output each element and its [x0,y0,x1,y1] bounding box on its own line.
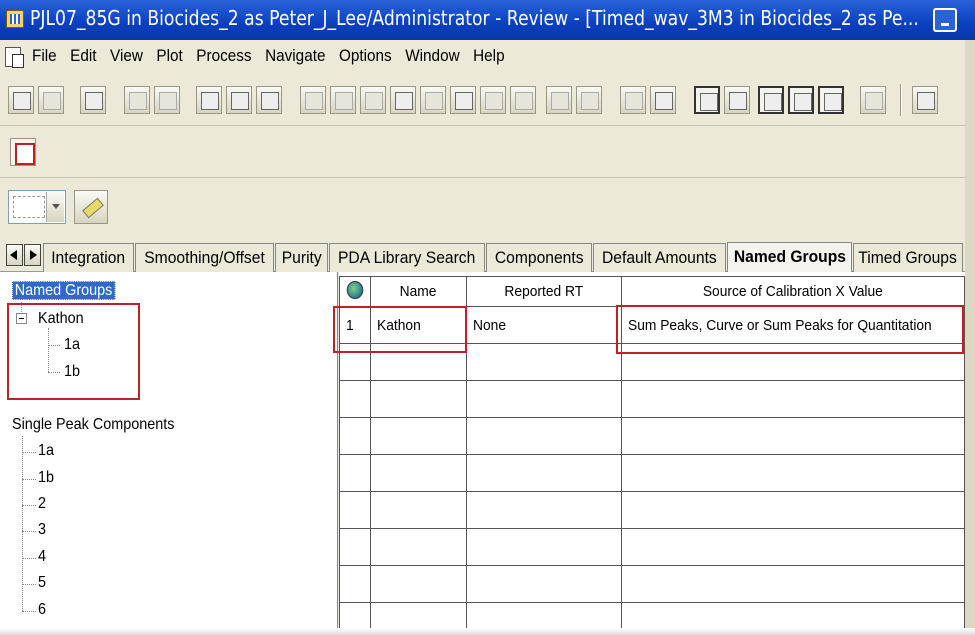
stack-icon[interactable] [154,86,180,114]
tab-scroll-left-icon[interactable] [6,244,23,266]
component-tree: Named Groups Kathon 1a 1b Single Peak Co… [0,272,338,635]
spectrum-icon[interactable] [226,86,252,114]
paste-icon[interactable] [38,86,64,114]
named-groups-grid: Name Reported RT Source of Calibration X… [333,272,966,635]
globe-icon [346,280,364,299]
window-edge [965,40,975,635]
bottom-shade [0,628,975,635]
peak-icon[interactable] [300,86,326,114]
tab-default-amounts[interactable]: Default Amounts [593,243,726,272]
calibrate-icon[interactable] [620,86,646,114]
tab-smoothing-offset[interactable]: Smoothing/Offset [135,243,274,272]
tree-peak-4[interactable]: 4 [38,548,46,566]
tab-components[interactable]: Components [486,243,592,272]
report-icon[interactable] [724,86,750,114]
manual-integration-icon[interactable] [80,86,106,114]
window-title: PJL07_85G in Biocides_2 as Peter_J_Lee/A… [30,6,919,30]
table-row-empty[interactable] [339,454,966,492]
undo-icon[interactable] [546,86,572,114]
cell-reported-rt[interactable]: None [465,306,622,344]
main-toolbar [0,76,975,126]
selection-dropdown[interactable] [8,190,66,224]
menu-view[interactable]: View [110,46,143,66]
tab-purity[interactable]: Purity [275,243,328,272]
app-icon [6,10,24,28]
chromatogram-icon[interactable] [196,86,222,114]
drop-icon[interactable] [420,86,446,114]
tree-peak-1a[interactable]: 1a [38,442,54,460]
menu-plot[interactable]: Plot [156,46,182,66]
secondary-toolbar [0,126,975,178]
annotation-box-name [333,306,467,353]
selection-box-icon [13,196,45,218]
tab-timed-groups[interactable]: Timed Groups [853,243,963,272]
preview-icon[interactable] [912,86,938,114]
method-tabs: Integration Smoothing/Offset Purity PDA … [0,240,975,272]
title-bar: PJL07_85G in Biocides_2 as Peter_J_Lee/A… [0,0,975,40]
tree-peak-3[interactable]: 3 [38,521,46,539]
tree-peak-6[interactable]: 6 [38,601,46,619]
peak-two-icon[interactable] [330,86,356,114]
list-icon[interactable] [758,86,784,114]
tree-peak-2[interactable]: 2 [38,495,46,513]
minimize-button[interactable] [933,8,957,32]
table-row-empty[interactable] [339,528,966,566]
annotation-box-tree [7,303,140,400]
menu-edit[interactable]: Edit [70,46,96,66]
drop-arrow-icon[interactable] [450,86,476,114]
quantitate-icon[interactable] [650,86,676,114]
copy-icon[interactable] [8,86,34,114]
tree-peak-5[interactable]: 5 [38,574,46,592]
tab-named-groups[interactable]: Named Groups [727,242,852,272]
table-row-empty[interactable] [339,491,966,529]
table-row-empty[interactable] [339,417,966,455]
column-header-source[interactable]: Source of Calibration X Value [620,276,966,307]
tree-single-peak-components[interactable]: Single Peak Components [12,416,175,434]
column-header-reported-rt[interactable]: Reported RT [465,276,622,307]
column-header-name[interactable]: Name [370,276,467,307]
peak-integrate-icon[interactable] [390,86,416,114]
eraser-icon[interactable] [74,190,108,224]
tab-scroll-right-icon[interactable] [24,244,41,266]
menu-process[interactable]: Process [196,46,251,66]
properties-icon[interactable] [818,86,844,114]
table-icon[interactable] [480,86,506,114]
menu-bar: File Edit View Plot Process Navigate Opt… [0,40,975,74]
waveform-icon[interactable] [694,86,720,114]
zoom-spectrum-icon[interactable] [256,86,282,114]
menu-file[interactable]: File [32,46,57,66]
toolbar-separator [900,84,902,116]
table-row-empty[interactable] [339,380,966,418]
table-row-empty[interactable] [339,565,966,603]
menu-navigate[interactable]: Navigate [265,46,325,66]
overlay-icon[interactable] [124,86,150,114]
tree-named-groups[interactable]: Named Groups [12,281,116,300]
redo-icon[interactable] [576,86,602,114]
menu-options[interactable]: Options [339,46,392,66]
tertiary-toolbar [0,178,975,234]
menu-window[interactable]: Window [405,46,459,66]
menu-help[interactable]: Help [473,46,504,66]
print-icon[interactable] [860,86,886,114]
edit-method-icon[interactable] [788,86,814,114]
table-two-icon[interactable] [510,86,536,114]
peak-window-icon[interactable] [10,138,36,166]
chevron-down-icon[interactable] [46,192,64,222]
tree-peak-1b[interactable]: 1b [38,469,54,487]
table-header-row: Name Reported RT Source of Calibration X… [339,276,966,307]
grid-corner[interactable] [339,276,371,307]
annotation-box-source [616,305,964,354]
document-icon[interactable] [5,47,24,68]
peak-three-icon[interactable] [360,86,386,114]
tab-pda-library-search[interactable]: PDA Library Search [329,243,485,272]
tab-integration[interactable]: Integration [43,243,134,272]
